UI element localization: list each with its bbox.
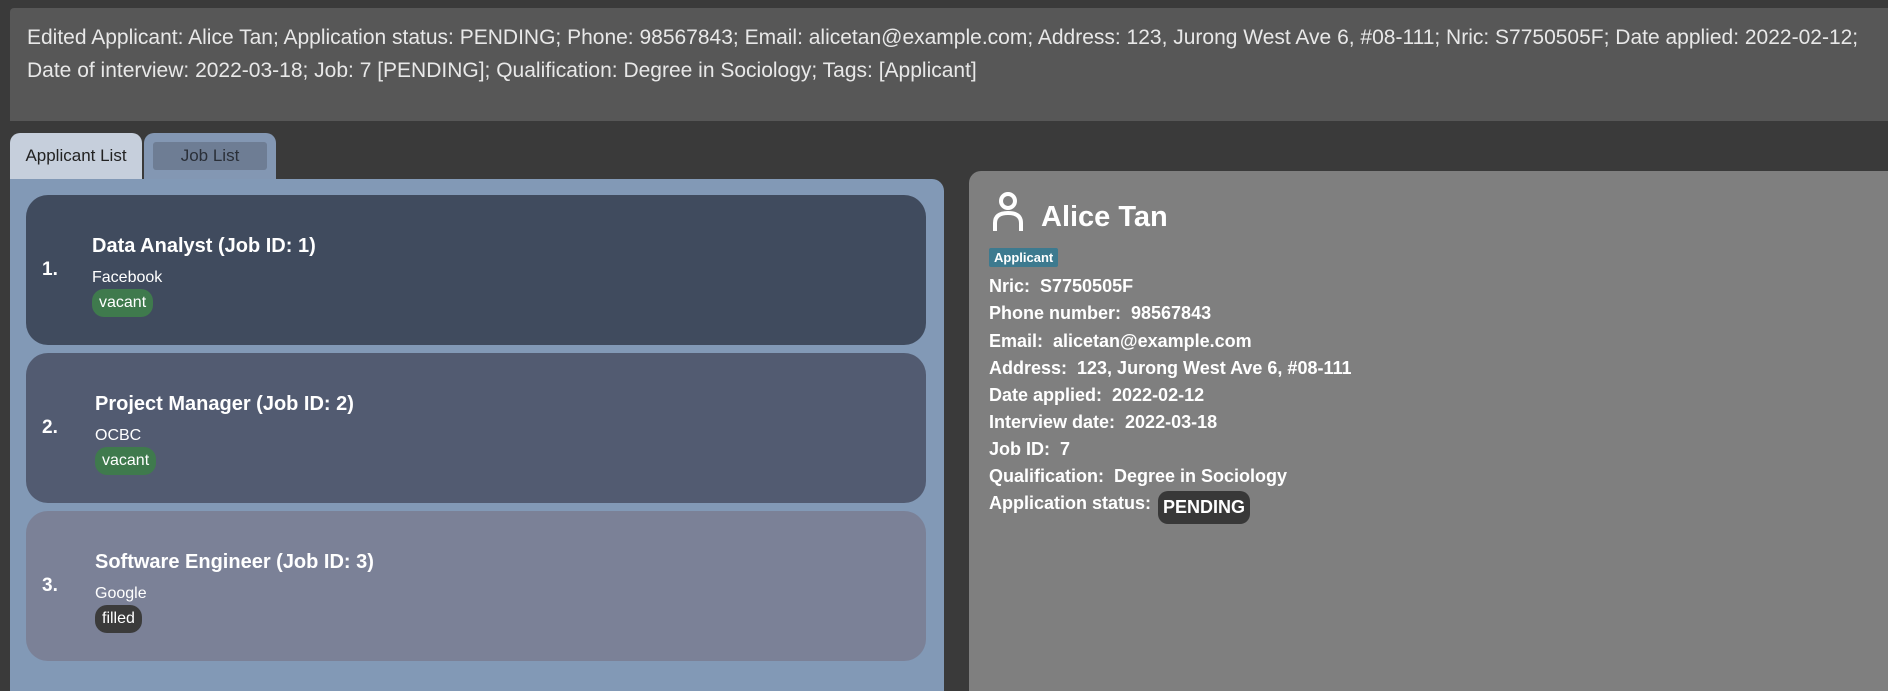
applicant-detail-panel: Alice Tan Applicant Nric: S7750505F Phon…	[969, 171, 1888, 691]
tab-applicant-list[interactable]: Applicant List	[10, 133, 142, 179]
job-card-index: 1.	[42, 259, 58, 280]
job-card-company: Google	[95, 585, 147, 602]
job-status-badge: vacant	[95, 447, 157, 475]
job-list-panel[interactable]: 1. Data Analyst (Job ID: 1) Facebook vac…	[10, 179, 944, 691]
job-card[interactable]: 3. Software Engineer (Job ID: 3) Google …	[26, 511, 926, 661]
job-card-index: 3.	[42, 575, 58, 596]
tab-job-list-label: Job List	[180, 146, 240, 165]
job-status-badge: vacant	[92, 289, 154, 317]
application-status-label: Application status:	[989, 493, 1152, 513]
job-card-title: Software Engineer (Job ID: 3)	[95, 551, 374, 573]
applicant-tag: Applicant	[989, 248, 1059, 267]
tab-applicant-list-label: Applicant List	[25, 146, 127, 165]
job-card[interactable]: 1. Data Analyst (Job ID: 1) Facebook vac…	[26, 195, 926, 345]
email-field: Email: alicetan@example.com	[989, 331, 1252, 351]
address-field: Address: 123, Jurong West Ave 6, #08-111	[989, 358, 1352, 378]
phone-field: Phone number: 98567843	[989, 303, 1212, 323]
command-result-display: Edited Applicant: Alice Tan; Application…	[10, 8, 1888, 121]
date-applied-field: Date applied: 2022-02-12	[989, 385, 1205, 405]
application-status-badge: PENDING	[1158, 491, 1251, 524]
job-card-company: Facebook	[92, 269, 163, 286]
job-card-index: 2.	[42, 417, 58, 438]
job-card[interactable]: 2. Project Manager (Job ID: 2) OCBC vaca…	[26, 353, 926, 503]
interview-date-field: Interview date: 2022-03-18	[989, 412, 1218, 432]
job-id-field: Job ID: 7	[989, 439, 1071, 459]
tab-job-list[interactable]: Job List	[144, 133, 276, 179]
job-card-title: Data Analyst (Job ID: 1)	[92, 235, 316, 257]
job-card-title: Project Manager (Job ID: 2)	[95, 393, 354, 415]
qualification-field: Qualification: Degree in Sociology	[989, 466, 1288, 486]
result-message: Edited Applicant: Alice Tan; Application…	[27, 26, 1859, 82]
job-status-badge: filled	[95, 605, 142, 633]
tab-job-list-inner: Job List	[153, 142, 267, 170]
nric-field: Nric: S7750505F	[989, 276, 1134, 296]
job-card-company: OCBC	[95, 427, 142, 444]
person-icon	[993, 192, 1023, 231]
applicant-name: Alice Tan	[1041, 201, 1168, 233]
